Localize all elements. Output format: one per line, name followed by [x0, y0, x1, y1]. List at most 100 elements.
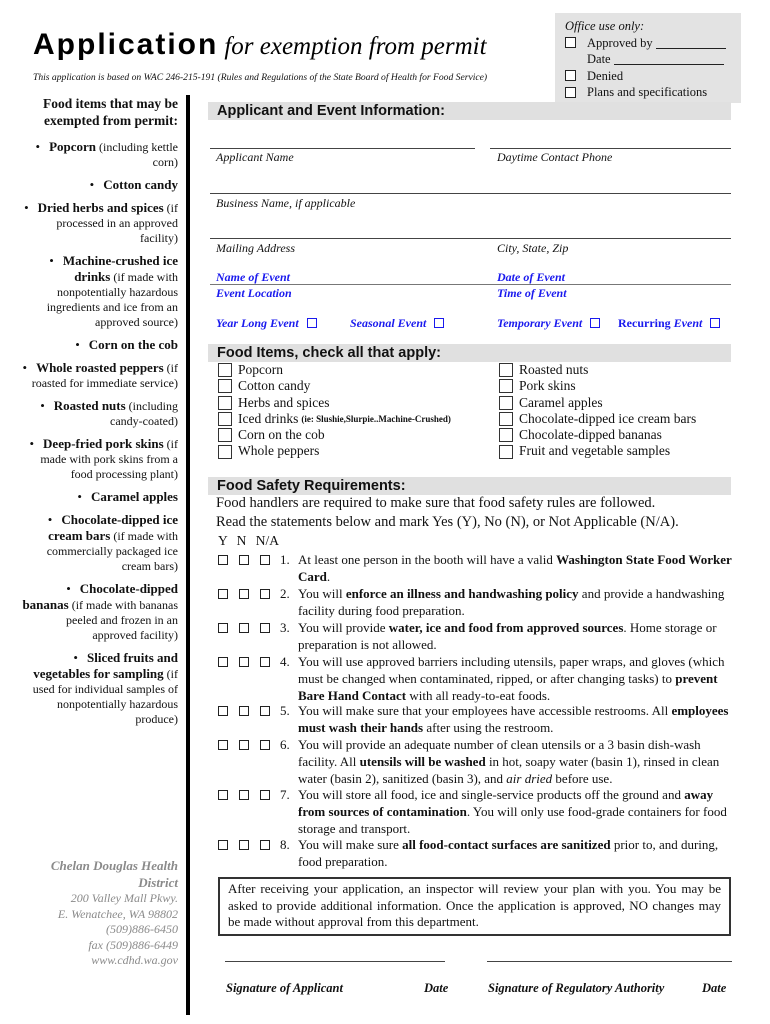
applicant-name-label: Applicant Name [216, 150, 294, 164]
temporary-checkbox[interactable] [590, 318, 601, 328]
food-item-label: Roasted nuts [519, 362, 589, 377]
na-checkbox[interactable] [260, 555, 270, 565]
mailing-address-label: Mailing Address [216, 241, 296, 255]
approved-by-field[interactable] [655, 37, 726, 49]
recurring-option[interactable]: Recurring Event [618, 316, 721, 331]
no-checkbox[interactable] [239, 623, 249, 633]
yes-checkbox[interactable] [218, 740, 228, 750]
food-item-checkbox[interactable] [499, 428, 513, 443]
exempt-item: • Roasted nuts (including candy-coated) [20, 398, 178, 429]
plans-label: Plans and specifications [587, 85, 708, 99]
recurring-label: Recurring [618, 316, 671, 330]
yes-checkbox[interactable] [218, 555, 228, 565]
exempt-item-name: Roasted nuts [53, 398, 126, 413]
food-item-option[interactable]: Chocolate-dipped bananas [499, 427, 696, 443]
food-item-option[interactable]: Corn on the cob [218, 427, 451, 443]
exempt-item-name: Dried herbs and spices [37, 200, 164, 215]
yes-checkbox[interactable] [218, 790, 228, 800]
food-item-checkbox[interactable] [499, 363, 513, 378]
daytime-phone-field[interactable] [490, 148, 731, 149]
no-checkbox[interactable] [239, 790, 249, 800]
na-checkbox[interactable] [260, 623, 270, 633]
authority-signature-field[interactable] [487, 961, 732, 962]
food-item-label: Corn on the cob [238, 427, 325, 443]
exempt-item: • Popcorn (including kettle corn) [20, 139, 179, 170]
yes-checkbox[interactable] [218, 623, 228, 633]
food-item-option[interactable]: Caramel apples [499, 395, 696, 411]
food-item-option[interactable]: Chocolate-dipped ice cream bars [499, 411, 696, 427]
na-checkbox[interactable] [260, 790, 270, 800]
requirement-number: 2. [280, 586, 290, 601]
yes-checkbox[interactable] [218, 706, 228, 716]
food-item-label: Cotton candy [238, 378, 311, 394]
bullet-icon: • [35, 139, 41, 154]
vertical-divider [186, 95, 190, 1015]
org-name: Chelan Douglas Health District [50, 858, 178, 890]
food-item-checkbox[interactable] [218, 412, 232, 427]
requirement-row: 2. You will enforce an illness and handwa… [218, 586, 738, 620]
food-item-label: Iced drinks [238, 410, 299, 426]
food-item-checkbox[interactable] [499, 412, 513, 427]
office-date-field[interactable] [613, 53, 724, 66]
na-checkbox[interactable] [260, 657, 270, 667]
exempt-item: • Machine-crushed ice drinks (if made wit… [20, 253, 178, 330]
denied-checkbox[interactable] [565, 70, 576, 82]
title-main: Application [33, 28, 219, 61]
food-item-option[interactable]: Popcorn [218, 362, 451, 378]
food-item-checkbox[interactable] [499, 395, 513, 410]
intro-line-2: Read the statements below and mark Yes (… [216, 514, 679, 530]
na-checkbox[interactable] [260, 589, 270, 599]
plans-checkbox[interactable] [565, 86, 576, 98]
food-item-checkbox[interactable] [218, 395, 232, 410]
food-item-checkbox[interactable] [499, 444, 513, 459]
exempt-item: • Corn on the cob [20, 337, 178, 353]
requirement-text: You will store all food, ice and single-… [298, 787, 738, 837]
yes-checkbox[interactable] [218, 840, 228, 850]
exempt-item: • Caramel apples [20, 489, 178, 505]
year-long-checkbox[interactable] [306, 318, 317, 328]
food-item-label: Pork skins [519, 378, 576, 394]
title-subtitle: for exemption from permit [224, 33, 487, 60]
no-checkbox[interactable] [239, 706, 249, 716]
food-item-option[interactable]: Pork skins [499, 378, 696, 394]
food-item-option[interactable]: Whole peppers [218, 443, 451, 459]
requirement-number: 1. [280, 552, 290, 567]
food-item-checkbox[interactable] [499, 379, 513, 394]
na-checkbox[interactable] [260, 840, 270, 850]
na-checkbox[interactable] [260, 706, 270, 716]
food-item-checkbox[interactable] [218, 379, 232, 394]
food-item-option[interactable]: Fruit and vegetable samples [499, 443, 696, 459]
event-name-field[interactable] [210, 284, 731, 285]
food-item-checkbox[interactable] [218, 444, 232, 459]
food-item-label: Chocolate-dipped bananas [519, 427, 662, 443]
food-item-label: Fruit and vegetable samples [519, 443, 671, 459]
no-checkbox[interactable] [239, 589, 249, 599]
applicant-signature-field[interactable] [225, 961, 445, 962]
approved-checkbox[interactable] [565, 37, 576, 49]
seasonal-checkbox[interactable] [434, 318, 445, 328]
food-item-checkbox[interactable] [218, 428, 232, 443]
event-location-label: Event Location [216, 286, 292, 300]
food-item-option[interactable]: Cotton candy [218, 378, 451, 394]
na-checkbox[interactable] [260, 740, 270, 750]
food-item-option[interactable]: Herbs and spices [218, 395, 451, 411]
business-name-field[interactable] [210, 193, 731, 194]
seasonal-option[interactable]: Seasonal Event [350, 316, 445, 331]
yes-checkbox[interactable] [218, 657, 228, 667]
year-long-option[interactable]: Year Long Event [216, 316, 317, 331]
exempt-item-note: (including kettle corn) [99, 140, 178, 169]
exempt-items-sidebar: Food items that may be exempted from per… [20, 95, 178, 734]
no-checkbox[interactable] [239, 555, 249, 565]
temporary-option[interactable]: Temporary Event [497, 316, 601, 331]
no-checkbox[interactable] [239, 740, 249, 750]
no-checkbox[interactable] [239, 840, 249, 850]
food-item-checkbox[interactable] [218, 363, 232, 378]
no-checkbox[interactable] [239, 657, 249, 667]
applicant-name-field[interactable] [210, 148, 475, 149]
food-items-heading: Food Items, check all that apply: [208, 344, 731, 362]
recurring-checkbox[interactable] [710, 318, 721, 328]
food-item-option[interactable]: Roasted nuts [499, 362, 696, 378]
food-item-option[interactable]: Iced drinks (ie: Slushie,Slurpie..Machine… [218, 411, 451, 427]
yes-checkbox[interactable] [218, 589, 228, 599]
mailing-address-field[interactable] [210, 238, 731, 239]
